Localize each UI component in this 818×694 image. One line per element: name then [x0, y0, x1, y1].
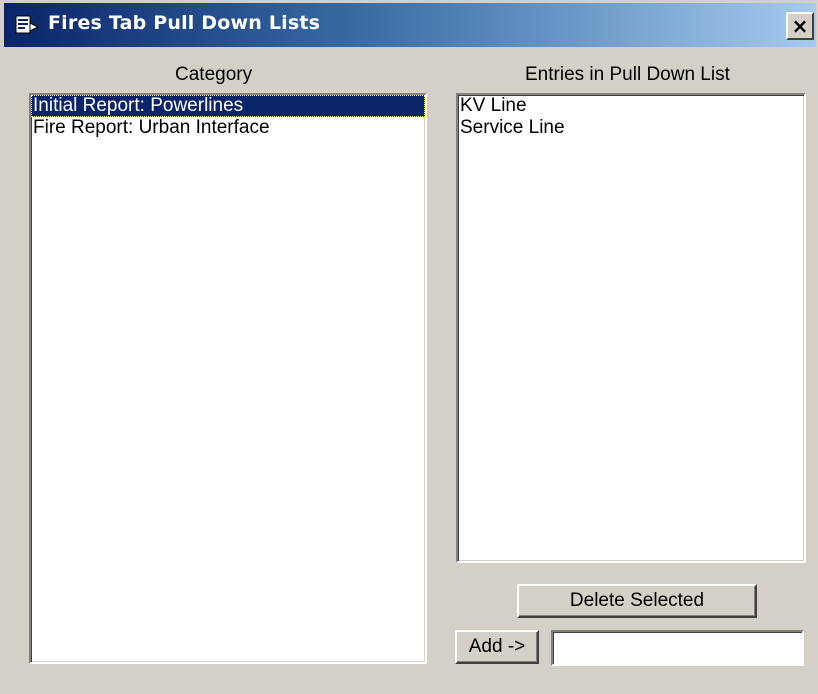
- close-button[interactable]: ×: [786, 12, 814, 40]
- title-bar[interactable]: Fires Tab Pull Down Lists ×: [4, 3, 816, 47]
- delete-selected-button[interactable]: Delete Selected: [517, 584, 757, 618]
- category-item[interactable]: Initial Report: Powerlines: [31, 95, 425, 117]
- category-label: Category: [175, 64, 253, 85]
- add-entry-input[interactable]: [551, 630, 804, 666]
- entry-item[interactable]: Service Line: [458, 117, 804, 139]
- category-item[interactable]: Fire Report: Urban Interface: [31, 117, 425, 139]
- entries-listbox[interactable]: KV Line Service Line: [456, 93, 806, 563]
- add-button[interactable]: Add ->: [455, 630, 539, 664]
- entry-item[interactable]: KV Line: [458, 95, 804, 117]
- category-listbox[interactable]: Initial Report: Powerlines Fire Report: …: [29, 93, 427, 664]
- window-title: Fires Tab Pull Down Lists: [48, 12, 321, 34]
- app-icon: [14, 13, 40, 37]
- close-icon: ×: [791, 14, 809, 38]
- entries-label: Entries in Pull Down List: [525, 64, 730, 85]
- dialog-window: Fires Tab Pull Down Lists × Category Ent…: [0, 0, 818, 694]
